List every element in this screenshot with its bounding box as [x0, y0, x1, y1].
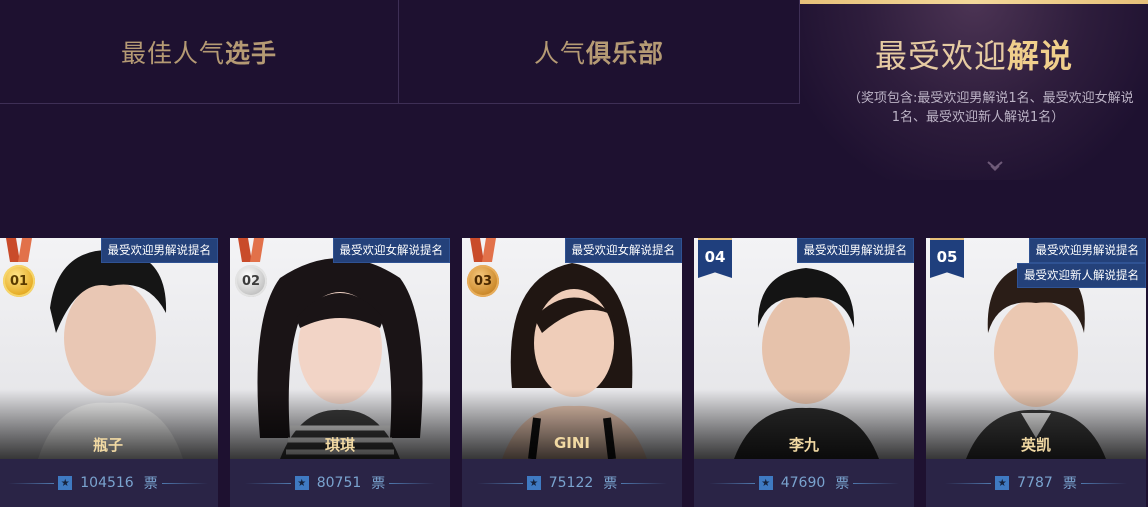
nomination-badges: 最受欢迎男解说提名	[796, 238, 914, 263]
rank-medal: 03	[467, 265, 499, 297]
star-icon: ★	[294, 476, 309, 490]
tab-label-bold: 选手	[225, 38, 278, 68]
nomination-badge: 最受欢迎女解说提名	[332, 238, 450, 263]
vote-number: 75122	[548, 475, 594, 491]
nominee-list: 01 最受欢迎男解说提名 瓶子 ★ 104516 票 02 最受欢迎女解说提名 …	[0, 238, 1148, 507]
divider	[8, 482, 55, 484]
nominee-name: GINI	[553, 434, 591, 452]
nomination-badges: 最受欢迎女解说提名	[564, 238, 682, 263]
tab-label-light: 人气	[533, 38, 586, 68]
vote-count: ★ 7787 票	[926, 459, 1146, 507]
ribbon-icon	[6, 238, 32, 262]
nomination-badge: 最受欢迎男解说提名	[796, 238, 914, 263]
divider	[244, 482, 291, 484]
rank-medal: 01	[3, 265, 35, 297]
vote-number: 104516	[80, 475, 134, 491]
ribbon-icon	[238, 238, 264, 262]
star-icon: ★	[58, 476, 73, 490]
vote-unit: 票	[371, 476, 386, 492]
star-icon: ★	[758, 476, 773, 490]
nominee-card[interactable]: 03 最受欢迎女解说提名 GINI ★ 75122 票	[462, 238, 682, 507]
divider	[161, 482, 208, 484]
divider	[621, 482, 668, 484]
nomination-badges: 最受欢迎女解说提名	[332, 238, 450, 263]
vote-unit: 票	[143, 476, 158, 492]
nominee-name: 琪琪	[324, 436, 355, 454]
vote-unit: 票	[603, 476, 618, 492]
tab-most-popular-commentator[interactable]: 最受欢迎 解说 （奖项包含:最受欢迎男解说1名、最受欢迎女解说 1名、最受欢迎新人…	[800, 0, 1148, 180]
divider	[945, 482, 992, 484]
divider	[476, 482, 523, 484]
vote-number: 47690	[780, 475, 826, 491]
active-tab-title: 最受欢迎 解说	[875, 31, 1073, 77]
rank-flag: 05	[930, 238, 964, 278]
vote-number: 7787	[1017, 475, 1053, 491]
divider	[853, 482, 900, 484]
star-icon: ★	[526, 476, 541, 490]
nominee-card[interactable]: 01 最受欢迎男解说提名 瓶子 ★ 104516 票	[0, 238, 218, 507]
award-tabs: 最佳人气 选手 人气 俱乐部 最受欢迎 解说 （奖项包含:最受欢迎男解说1名、最受欢迎…	[0, 0, 1148, 230]
tab-label-bold: 解说	[1007, 37, 1074, 75]
vote-count: ★ 47690 票	[694, 459, 914, 507]
tab-label-bold: 俱乐部	[586, 38, 665, 68]
chevron-down-icon	[987, 161, 1003, 172]
award-note-line2: 1名、最受欢迎新人解说1名）	[891, 110, 1065, 125]
nominee-name: 李九	[788, 436, 819, 454]
nominee-card[interactable]: 02 最受欢迎女解说提名 琪琪 ★ 80751 票	[230, 238, 450, 507]
rank-medal: 02	[235, 265, 267, 297]
vote-count: ★ 75122 票	[462, 459, 682, 507]
award-note-line1: （奖项包含:最受欢迎男解说1名、最受欢迎女解说	[848, 91, 1134, 106]
nominee-name: 瓶子	[92, 436, 123, 454]
nominee-card[interactable]: 04 最受欢迎男解说提名 李九 ★ 47690 票	[694, 238, 914, 507]
nomination-badge: 最受欢迎男解说提名	[100, 238, 218, 263]
active-tab-indicator	[800, 0, 1148, 4]
vote-unit: 票	[1062, 476, 1077, 492]
tab-popular-club[interactable]: 人气 俱乐部	[399, 0, 800, 104]
vote-number: 80751	[316, 475, 362, 491]
tab-label-light: 最受欢迎	[874, 37, 1007, 75]
nomination-badge: 最受欢迎男解说提名	[1028, 238, 1146, 263]
divider	[389, 482, 436, 484]
tab-label-light: 最佳人气	[120, 38, 225, 68]
divider	[1080, 482, 1127, 484]
vote-count: ★ 80751 票	[230, 459, 450, 507]
rank-flag: 04	[698, 238, 732, 278]
vote-count: ★ 104516 票	[0, 459, 218, 507]
divider	[708, 482, 755, 484]
nomination-badge: 最受欢迎女解说提名	[564, 238, 682, 263]
award-note: （奖项包含:最受欢迎男解说1名、最受欢迎女解说 1名、最受欢迎新人解说1名）	[848, 89, 1148, 127]
vote-unit: 票	[835, 476, 850, 492]
star-icon: ★	[995, 476, 1010, 490]
tab-best-popular-player[interactable]: 最佳人气 选手	[0, 0, 399, 104]
nominee-name: 英凯	[1020, 436, 1051, 454]
nominee-card[interactable]: 05 最受欢迎男解说提名 最受欢迎新人解说提名 英凯 ★ 7787 票	[926, 238, 1146, 507]
nominee-photo	[0, 238, 218, 459]
ribbon-icon	[470, 238, 496, 262]
nomination-badges: 最受欢迎男解说提名 最受欢迎新人解说提名	[1017, 238, 1146, 288]
nomination-badges: 最受欢迎男解说提名	[100, 238, 218, 263]
nomination-badge: 最受欢迎新人解说提名	[1017, 263, 1146, 288]
